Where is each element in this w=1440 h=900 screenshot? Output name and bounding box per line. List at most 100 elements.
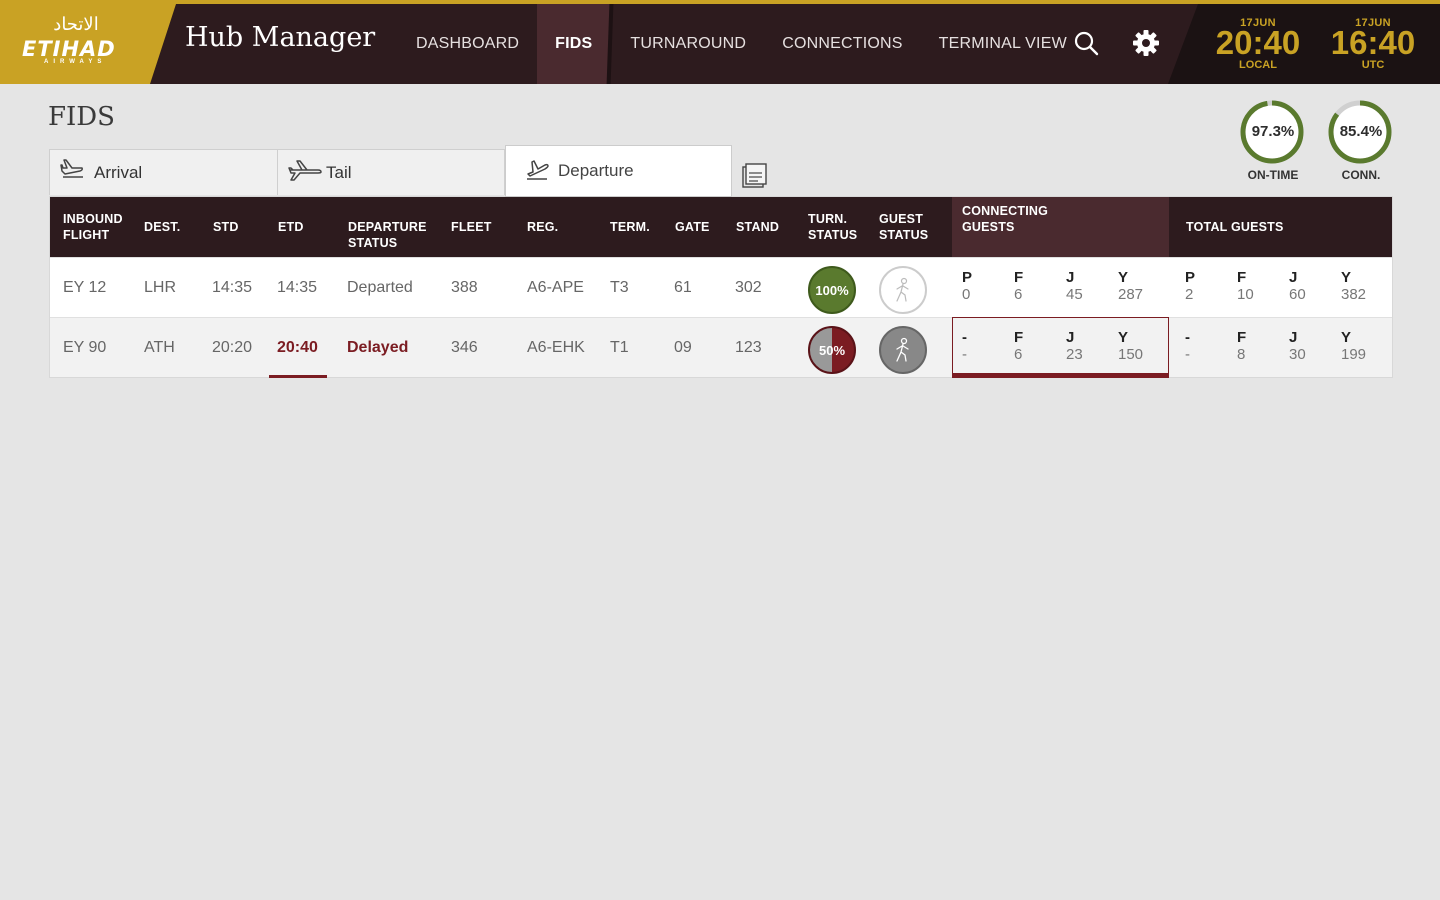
nav-turnaround[interactable]: TURNAROUND: [612, 4, 764, 84]
class-label: F: [1014, 269, 1024, 286]
cell-term: T3: [610, 279, 629, 296]
turn-status-indicator[interactable]: 100%: [808, 266, 856, 314]
tab-arrival[interactable]: Arrival: [49, 149, 278, 195]
class-count: 382: [1341, 286, 1367, 303]
col-std[interactable]: STD: [213, 197, 239, 257]
class-count: 30: [1289, 346, 1306, 363]
cell-gate: 61: [674, 279, 692, 296]
tab-tail[interactable]: Tail: [277, 149, 505, 195]
cell-reg: A6-APE: [527, 279, 584, 296]
cell-etd: 14:35: [277, 279, 318, 296]
tab-departure[interactable]: Departure: [505, 145, 732, 197]
conn-j: J 23: [1066, 329, 1116, 364]
class-count: 6: [1014, 286, 1023, 303]
class-label: J: [1289, 329, 1298, 346]
col-inbound-flight[interactable]: INBOUND FLIGHT: [63, 197, 133, 257]
ontime-label: ON-TIME: [1247, 168, 1299, 182]
cell-reg: A6-EHK: [527, 339, 585, 356]
class-label: J: [1066, 269, 1075, 286]
class-label: Y: [1118, 329, 1129, 346]
etihad-logo[interactable]: الاتحاد ETIHAD AIRWAYS: [0, 4, 176, 84]
col-total-guests[interactable]: TOTAL GUESTS: [1186, 197, 1284, 257]
class-label: P: [962, 269, 973, 286]
class-count: 287: [1118, 286, 1144, 303]
nav-connections[interactable]: CONNECTIONS: [764, 4, 920, 84]
tab-tail-label: Tail: [326, 162, 352, 182]
class-count: 150: [1118, 346, 1144, 363]
tab-departure-label: Departure: [558, 161, 634, 180]
class-label: J: [1066, 329, 1075, 346]
table-row[interactable]: EY 12 LHR 14:35 14:35 Departed 388 A6-AP…: [50, 257, 1392, 317]
cell-stand: 302: [735, 279, 762, 296]
col-fleet[interactable]: FLEET: [451, 197, 492, 257]
table-row[interactable]: EY 90 ATH 20:20 20:40 Delayed 346 A6-EHK…: [50, 317, 1392, 378]
class-count: 45: [1066, 286, 1083, 303]
class-label: -: [1185, 329, 1190, 346]
conn-j: J 45: [1066, 269, 1116, 304]
ontime-value: 97.3%: [1251, 123, 1295, 140]
conn-f: F6: [1014, 269, 1064, 304]
class-count: 60: [1289, 286, 1306, 303]
col-turn-status[interactable]: TURN. STATUS: [808, 197, 863, 257]
search-icon[interactable]: [1071, 28, 1101, 58]
main-nav: DASHBOARD FIDS TURNAROUND CONNECTIONS TE…: [398, 4, 1085, 84]
etd-delay-marker: [269, 375, 327, 378]
utc-clock: 17JUN 16:40 UTC: [1323, 4, 1423, 71]
conn-f: F6: [1014, 330, 1064, 364]
cell-status: Departed: [347, 279, 413, 296]
turn-status-value: 50%: [818, 342, 846, 358]
col-dest[interactable]: DEST.: [144, 197, 180, 257]
col-term[interactable]: TERM.: [610, 197, 650, 257]
guest-status-indicator[interactable]: [879, 266, 927, 314]
turn-status-value: 100%: [815, 282, 849, 298]
col-reg[interactable]: REG.: [527, 197, 558, 257]
cell-dest: ATH: [144, 339, 175, 356]
class-label: J: [1289, 269, 1298, 286]
logo-arabic-text: الاتحاد: [53, 14, 99, 35]
col-etd[interactable]: ETD: [278, 197, 304, 257]
class-label: F: [1237, 269, 1247, 286]
fids-table: INBOUND FLIGHT DEST. STD ETD DEPARTURE S…: [49, 196, 1393, 378]
class-label: Y: [1341, 329, 1352, 346]
col-stand[interactable]: STAND: [736, 197, 779, 257]
departure-plane-icon: [524, 156, 550, 187]
top-bar: الاتحاد ETIHAD AIRWAYS Hub Manager DASHB…: [0, 0, 1440, 84]
cell-dest: LHR: [144, 279, 177, 296]
col-departure-status[interactable]: DEPARTURE STATUS: [348, 197, 438, 257]
total-f: F 10: [1237, 269, 1287, 304]
arrival-plane-icon: [60, 157, 86, 188]
logo-wordmark: ETIHAD: [22, 37, 116, 61]
export-icon[interactable]: [742, 163, 768, 189]
cell-fleet: 346: [451, 339, 478, 356]
cell-gate: 09: [674, 339, 692, 356]
total-p: --: [1185, 329, 1235, 364]
total-y: Y 382: [1341, 270, 1391, 304]
cell-flight: EY 12: [63, 279, 107, 296]
gear-icon[interactable]: [1131, 28, 1161, 58]
total-j: J 30: [1289, 329, 1339, 364]
cell-std: 14:35: [212, 279, 253, 296]
class-count: 0: [962, 286, 971, 303]
walking-person-icon: [896, 277, 909, 302]
cell-std: 20:20: [212, 339, 253, 356]
class-label: -: [962, 329, 967, 346]
nav-dashboard[interactable]: DASHBOARD: [398, 4, 537, 84]
col-connecting-guests[interactable]: CONNECTING GUESTS: [952, 197, 1169, 257]
col-guest-status[interactable]: GUEST STATUS: [879, 197, 934, 257]
guest-status-indicator[interactable]: [879, 326, 927, 374]
class-count: 2: [1185, 286, 1194, 303]
cell-term: T1: [610, 339, 629, 356]
conn-p: P0: [962, 269, 1012, 304]
total-f: F8: [1237, 330, 1287, 364]
turn-status-indicator[interactable]: 50%: [808, 326, 856, 374]
conn-p: --: [962, 329, 1012, 364]
class-label: P: [1185, 269, 1196, 286]
nav-fids[interactable]: FIDS: [537, 4, 611, 84]
class-count: 8: [1237, 346, 1246, 363]
app-title: Hub Manager: [185, 22, 376, 53]
nav-terminal-view[interactable]: TERMINAL VIEW: [921, 4, 1085, 84]
col-gate[interactable]: GATE: [675, 197, 710, 257]
conn-y: Y 287: [1118, 270, 1168, 304]
local-clock: 17JUN 20:40 LOCAL: [1208, 4, 1308, 71]
table-header: INBOUND FLIGHT DEST. STD ETD DEPARTURE S…: [50, 197, 1392, 257]
